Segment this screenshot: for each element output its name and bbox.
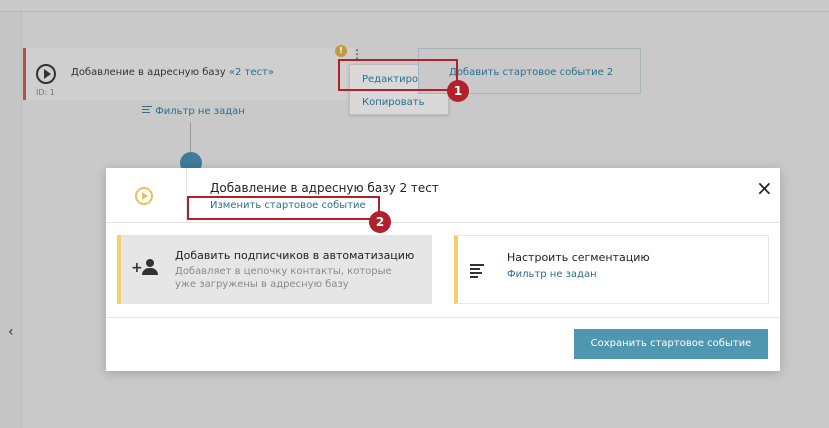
connector-line [190,122,191,154]
option-segmentation-title: Настроить сегментацию [507,251,650,264]
annotation-box-2 [187,196,380,220]
modal-title: Добавление в адресную базу 2 тест [210,181,439,195]
annotation-badge-2: 2 [369,211,391,233]
play-icon [135,187,153,205]
top-bar [0,0,829,12]
kebab-menu-icon[interactable]: ⋮ [351,48,363,60]
footer-divider [106,317,780,318]
option-add-subscribers-title: Добавить подписчиков в автоматизацию [175,249,415,262]
warning-icon: ! [335,45,347,57]
filter-link-label: Фильтр не задан [155,106,245,117]
start-event-base-link[interactable]: «2 тест» [229,67,274,78]
option-add-subscribers[interactable]: + Добавить подписчиков в автоматизацию Д… [117,235,432,304]
start-event-title: Добавление в адресную базу «2 тест» [71,67,274,78]
annotation-badge-1: 1 [447,80,469,102]
left-sidebar: ‹ [0,12,22,428]
annotation-box-1 [338,59,458,91]
start-event-title-text: Добавление в адресную базу [71,67,226,78]
start-event-card[interactable]: ID: 1 Добавление в адресную базу «2 тест… [23,48,355,100]
filter-link[interactable]: Фильтр не задан [142,106,245,117]
play-icon [36,64,56,84]
filter-lines-icon [470,264,484,280]
menu-item-copy[interactable]: Копировать [350,91,450,115]
option-segmentation-filter-link[interactable]: Фильтр не задан [507,269,597,280]
option-add-subscribers-description: Добавляет в цепочку контакты, которые уж… [175,266,392,290]
option-segmentation[interactable]: Настроить сегментацию Фильтр не задан [454,235,769,304]
add-start-event-label: Добавить стартовое событие 2 [449,67,614,78]
filter-lines-icon [142,106,152,115]
add-person-icon: + [131,259,159,279]
collapse-arrow-icon[interactable]: ‹ [8,324,14,340]
start-event-id: ID: 1 [36,88,55,97]
close-icon[interactable]: × [756,178,773,198]
save-start-event-button[interactable]: Сохранить стартовое событие [574,329,768,359]
